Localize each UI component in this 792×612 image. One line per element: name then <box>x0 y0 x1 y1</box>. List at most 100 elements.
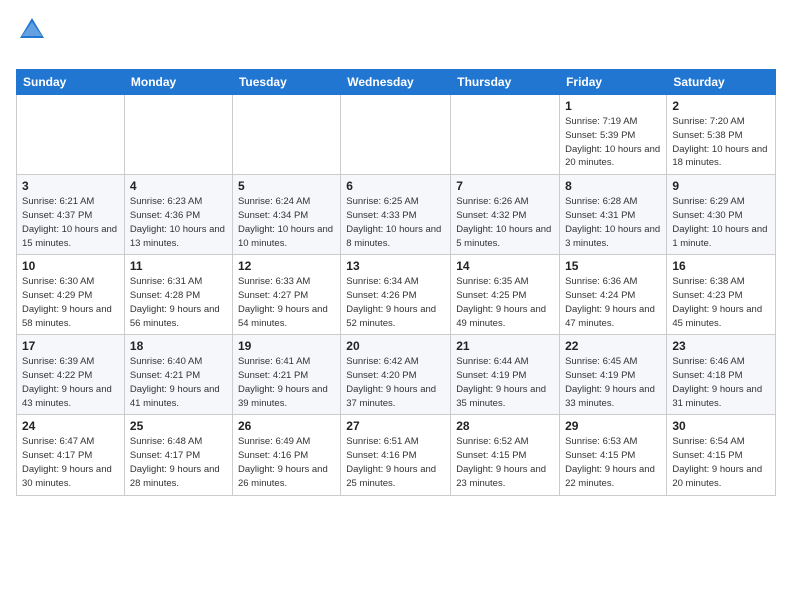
day-info: Sunrise: 6:29 AM Sunset: 4:30 PM Dayligh… <box>672 195 770 250</box>
calendar-cell: 21 Sunrise: 6:44 AM Sunset: 4:19 PM Dayli… <box>451 335 560 415</box>
header-row <box>16 16 776 63</box>
day-info: Sunrise: 6:53 AM Sunset: 4:15 PM Dayligh… <box>565 435 661 490</box>
calendar-header-row: SundayMondayTuesdayWednesdayThursdayFrid… <box>17 70 776 95</box>
day-number: 28 <box>456 419 554 433</box>
calendar-cell: 10 Sunrise: 6:30 AM Sunset: 4:29 PM Dayli… <box>17 255 125 335</box>
logo-icon <box>18 16 46 44</box>
calendar-cell: 16 Sunrise: 6:38 AM Sunset: 4:23 PM Dayli… <box>667 255 776 335</box>
day-number: 21 <box>456 339 554 353</box>
day-info: Sunrise: 6:46 AM Sunset: 4:18 PM Dayligh… <box>672 355 770 410</box>
day-number: 25 <box>130 419 227 433</box>
logo <box>16 16 46 63</box>
day-info: Sunrise: 6:51 AM Sunset: 4:16 PM Dayligh… <box>346 435 445 490</box>
calendar-cell: 4 Sunrise: 6:23 AM Sunset: 4:36 PM Daylig… <box>124 175 232 255</box>
day-number: 8 <box>565 179 661 193</box>
day-info: Sunrise: 6:49 AM Sunset: 4:16 PM Dayligh… <box>238 435 335 490</box>
day-number: 26 <box>238 419 335 433</box>
calendar-cell: 13 Sunrise: 6:34 AM Sunset: 4:26 PM Dayli… <box>341 255 451 335</box>
day-info: Sunrise: 6:31 AM Sunset: 4:28 PM Dayligh… <box>130 275 227 330</box>
calendar-cell: 30 Sunrise: 6:54 AM Sunset: 4:15 PM Dayli… <box>667 415 776 495</box>
calendar-cell <box>124 95 232 175</box>
calendar-week-5: 24Sunrise: 6:47 AM Sunset: 4:17 PM Dayli… <box>17 415 776 495</box>
day-info: Sunrise: 6:21 AM Sunset: 4:37 PM Dayligh… <box>22 195 119 250</box>
calendar-cell: 24Sunrise: 6:47 AM Sunset: 4:17 PM Dayli… <box>17 415 125 495</box>
day-number: 14 <box>456 259 554 273</box>
day-number: 10 <box>22 259 119 273</box>
day-info: Sunrise: 6:25 AM Sunset: 4:33 PM Dayligh… <box>346 195 445 250</box>
day-number: 6 <box>346 179 445 193</box>
calendar-week-2: 3Sunrise: 6:21 AM Sunset: 4:37 PM Daylig… <box>17 175 776 255</box>
day-number: 7 <box>456 179 554 193</box>
day-info: Sunrise: 6:35 AM Sunset: 4:25 PM Dayligh… <box>456 275 554 330</box>
calendar-cell: 25 Sunrise: 6:48 AM Sunset: 4:17 PM Dayli… <box>124 415 232 495</box>
day-info: Sunrise: 6:44 AM Sunset: 4:19 PM Dayligh… <box>456 355 554 410</box>
page: SundayMondayTuesdayWednesdayThursdayFrid… <box>0 0 792 504</box>
day-number: 19 <box>238 339 335 353</box>
day-info: Sunrise: 6:41 AM Sunset: 4:21 PM Dayligh… <box>238 355 335 410</box>
day-info: Sunrise: 6:42 AM Sunset: 4:20 PM Dayligh… <box>346 355 445 410</box>
day-info: Sunrise: 6:26 AM Sunset: 4:32 PM Dayligh… <box>456 195 554 250</box>
calendar-cell: 12 Sunrise: 6:33 AM Sunset: 4:27 PM Dayli… <box>232 255 340 335</box>
day-info: Sunrise: 6:34 AM Sunset: 4:26 PM Dayligh… <box>346 275 445 330</box>
day-number: 22 <box>565 339 661 353</box>
calendar-cell: 20 Sunrise: 6:42 AM Sunset: 4:20 PM Dayli… <box>341 335 451 415</box>
calendar-cell: 26 Sunrise: 6:49 AM Sunset: 4:16 PM Dayli… <box>232 415 340 495</box>
calendar-cell: 1Sunrise: 7:19 AM Sunset: 5:39 PM Daylig… <box>560 95 667 175</box>
calendar-header-monday: Monday <box>124 70 232 95</box>
calendar-header-thursday: Thursday <box>451 70 560 95</box>
calendar-cell: 17Sunrise: 6:39 AM Sunset: 4:22 PM Dayli… <box>17 335 125 415</box>
calendar-cell: 23 Sunrise: 6:46 AM Sunset: 4:18 PM Dayli… <box>667 335 776 415</box>
day-info: Sunrise: 6:33 AM Sunset: 4:27 PM Dayligh… <box>238 275 335 330</box>
calendar-header-friday: Friday <box>560 70 667 95</box>
day-number: 18 <box>130 339 227 353</box>
calendar-cell <box>17 95 125 175</box>
day-number: 27 <box>346 419 445 433</box>
day-number: 13 <box>346 259 445 273</box>
day-info: Sunrise: 6:54 AM Sunset: 4:15 PM Dayligh… <box>672 435 770 490</box>
day-number: 20 <box>346 339 445 353</box>
calendar-cell: 27 Sunrise: 6:51 AM Sunset: 4:16 PM Dayli… <box>341 415 451 495</box>
calendar-cell: 18 Sunrise: 6:40 AM Sunset: 4:21 PM Dayli… <box>124 335 232 415</box>
day-number: 30 <box>672 419 770 433</box>
calendar-cell: 7 Sunrise: 6:26 AM Sunset: 4:32 PM Daylig… <box>451 175 560 255</box>
day-info: Sunrise: 6:24 AM Sunset: 4:34 PM Dayligh… <box>238 195 335 250</box>
day-info: Sunrise: 6:38 AM Sunset: 4:23 PM Dayligh… <box>672 275 770 330</box>
calendar-cell <box>451 95 560 175</box>
calendar-week-4: 17Sunrise: 6:39 AM Sunset: 4:22 PM Dayli… <box>17 335 776 415</box>
day-number: 11 <box>130 259 227 273</box>
calendar-cell <box>341 95 451 175</box>
calendar-header-tuesday: Tuesday <box>232 70 340 95</box>
day-number: 23 <box>672 339 770 353</box>
day-info: Sunrise: 6:30 AM Sunset: 4:29 PM Dayligh… <box>22 275 119 330</box>
day-number: 12 <box>238 259 335 273</box>
calendar-cell: 19 Sunrise: 6:41 AM Sunset: 4:21 PM Dayli… <box>232 335 340 415</box>
day-number: 16 <box>672 259 770 273</box>
calendar-cell: 3Sunrise: 6:21 AM Sunset: 4:37 PM Daylig… <box>17 175 125 255</box>
day-info: Sunrise: 6:23 AM Sunset: 4:36 PM Dayligh… <box>130 195 227 250</box>
day-info: Sunrise: 6:48 AM Sunset: 4:17 PM Dayligh… <box>130 435 227 490</box>
calendar-cell: 2Sunrise: 7:20 AM Sunset: 5:38 PM Daylig… <box>667 95 776 175</box>
calendar-cell <box>232 95 340 175</box>
calendar-cell: 29 Sunrise: 6:53 AM Sunset: 4:15 PM Dayli… <box>560 415 667 495</box>
day-info: Sunrise: 6:52 AM Sunset: 4:15 PM Dayligh… <box>456 435 554 490</box>
day-number: 29 <box>565 419 661 433</box>
day-info: Sunrise: 6:47 AM Sunset: 4:17 PM Dayligh… <box>22 435 119 490</box>
day-info: Sunrise: 6:40 AM Sunset: 4:21 PM Dayligh… <box>130 355 227 410</box>
calendar-header-sunday: Sunday <box>17 70 125 95</box>
day-info: Sunrise: 6:45 AM Sunset: 4:19 PM Dayligh… <box>565 355 661 410</box>
day-info: Sunrise: 6:36 AM Sunset: 4:24 PM Dayligh… <box>565 275 661 330</box>
calendar-cell: 8 Sunrise: 6:28 AM Sunset: 4:31 PM Daylig… <box>560 175 667 255</box>
day-number: 15 <box>565 259 661 273</box>
calendar-cell: 6 Sunrise: 6:25 AM Sunset: 4:33 PM Daylig… <box>341 175 451 255</box>
calendar-cell: 28 Sunrise: 6:52 AM Sunset: 4:15 PM Dayli… <box>451 415 560 495</box>
calendar-table: SundayMondayTuesdayWednesdayThursdayFrid… <box>16 69 776 495</box>
day-number: 5 <box>238 179 335 193</box>
calendar-cell: 9 Sunrise: 6:29 AM Sunset: 4:30 PM Daylig… <box>667 175 776 255</box>
calendar-cell: 22 Sunrise: 6:45 AM Sunset: 4:19 PM Dayli… <box>560 335 667 415</box>
calendar-header-wednesday: Wednesday <box>341 70 451 95</box>
day-info: Sunrise: 6:28 AM Sunset: 4:31 PM Dayligh… <box>565 195 661 250</box>
day-number: 9 <box>672 179 770 193</box>
calendar-week-1: 1Sunrise: 7:19 AM Sunset: 5:39 PM Daylig… <box>17 95 776 175</box>
calendar-header-saturday: Saturday <box>667 70 776 95</box>
day-number: 4 <box>130 179 227 193</box>
